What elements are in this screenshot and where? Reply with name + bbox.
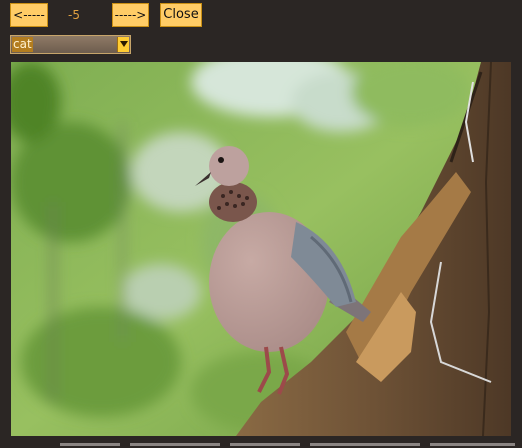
previous-button[interactable]: <----- xyxy=(10,3,48,27)
next-button[interactable]: -----> xyxy=(112,3,149,27)
chevron-down-icon[interactable] xyxy=(117,37,129,52)
category-select-value: cat xyxy=(12,37,33,52)
close-button[interactable]: Close xyxy=(160,3,202,27)
category-select[interactable]: cat xyxy=(10,35,131,54)
photo xyxy=(11,62,511,436)
scroll-strip xyxy=(60,441,520,448)
page-counter: -5 xyxy=(68,8,80,22)
